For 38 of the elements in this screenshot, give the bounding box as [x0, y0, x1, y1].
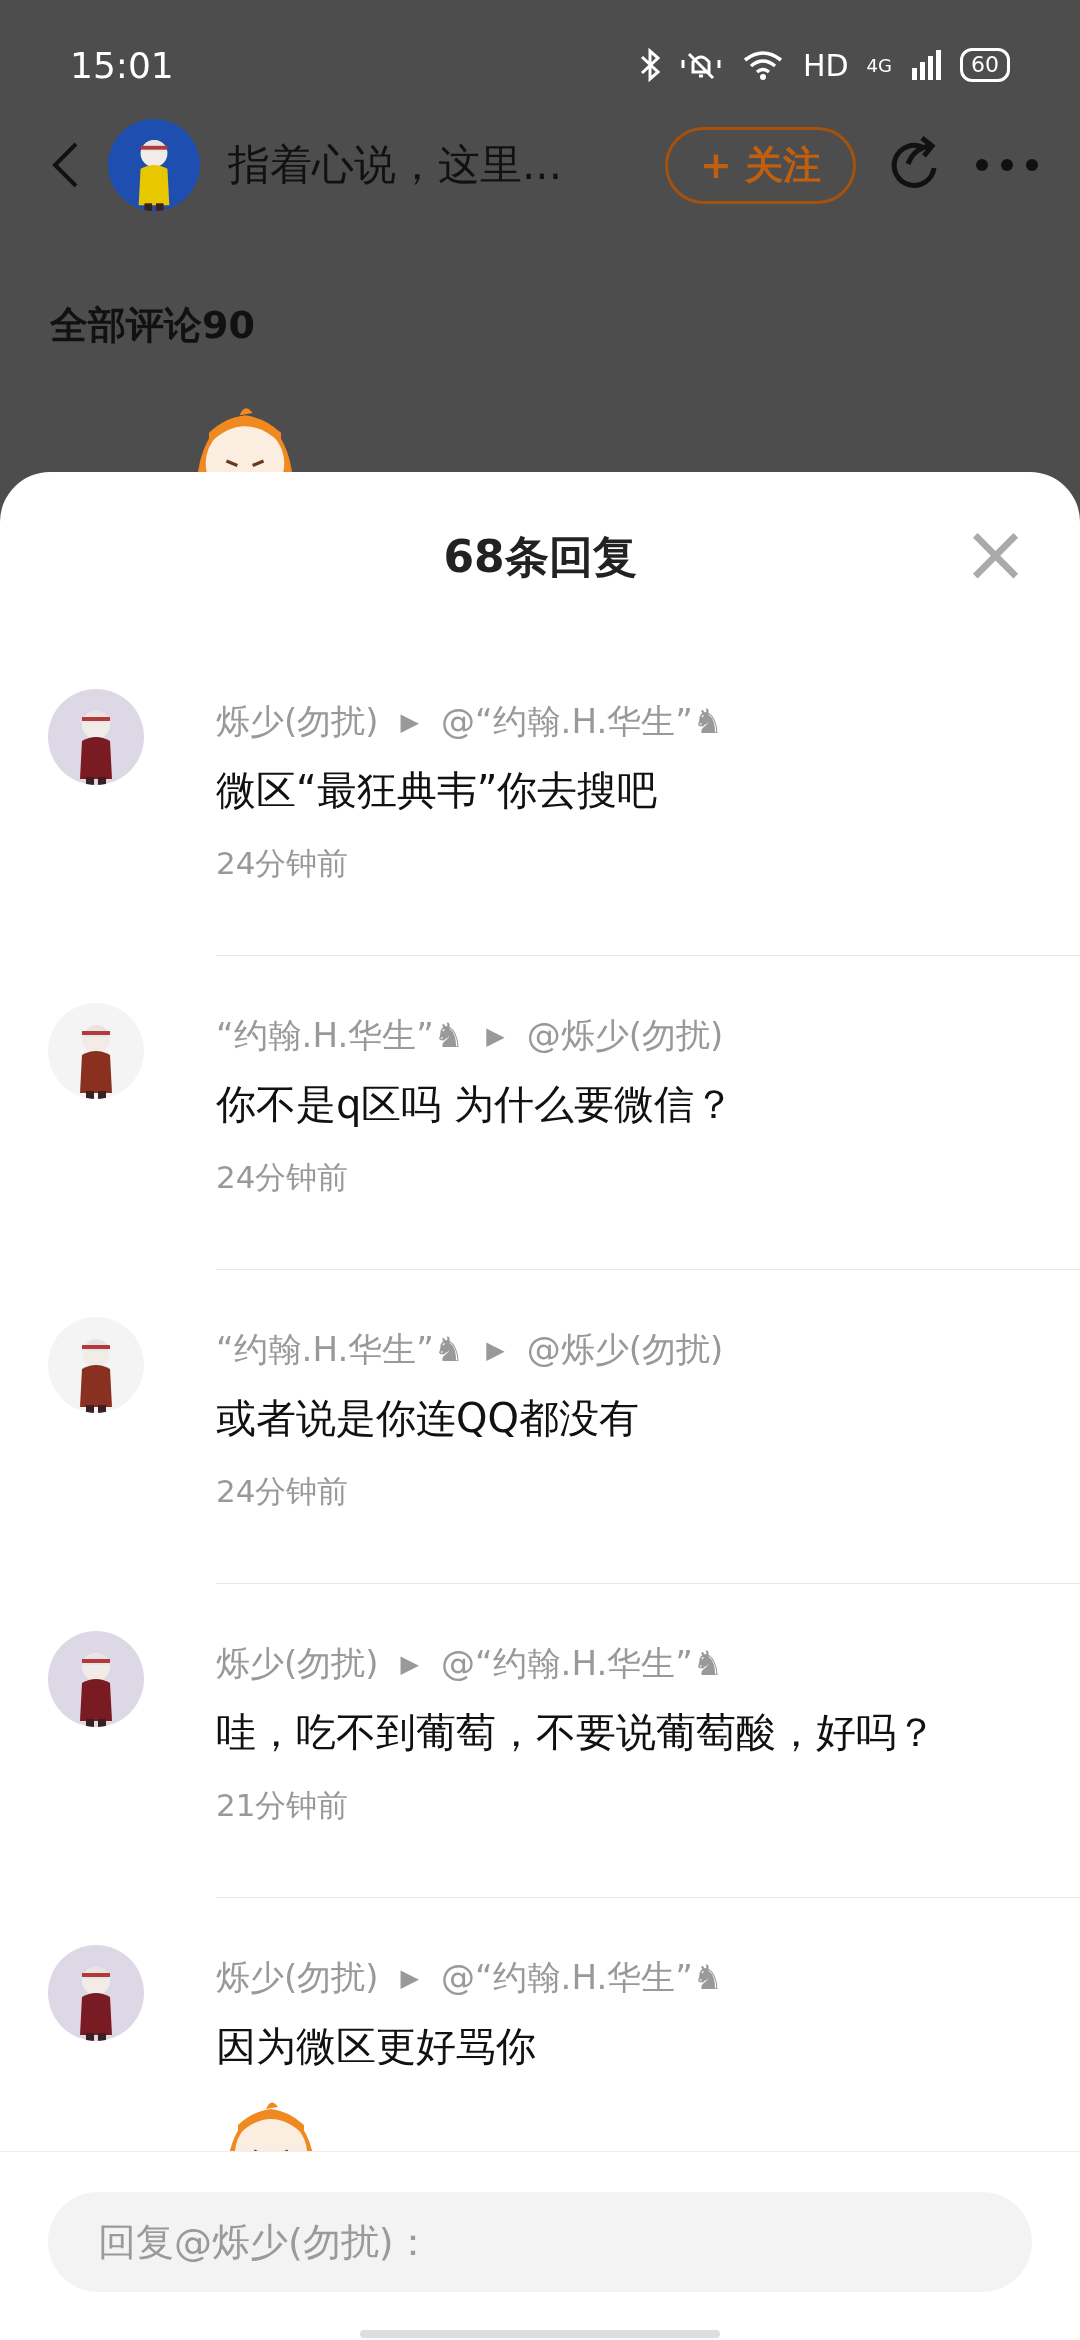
reply-time: 24分钟前 — [216, 1472, 350, 1511]
reply-arrow: ▶ — [400, 1964, 419, 1992]
post-author-title: 指着心说，这里... — [228, 139, 564, 191]
reply-text: 哇，吃不到葡萄，不要说葡萄酸，好吗？ — [216, 1708, 937, 1757]
reply-author[interactable]: 烁少(勿扰) — [216, 1641, 379, 1687]
reply-target[interactable]: @“约翰.H.华生”♞ — [441, 1641, 724, 1687]
reply-target[interactable]: @烁少(勿扰) — [526, 1327, 724, 1373]
sheet-title: 68条回复 — [443, 529, 637, 584]
reply-text: 微区“最狂典韦”你去搜吧 — [216, 766, 659, 815]
reply-text: 因为微区更好骂你 — [216, 2022, 537, 2071]
reply-author[interactable]: 烁少(勿扰) — [216, 699, 379, 745]
bluetooth-icon — [638, 48, 661, 82]
signal-icon — [910, 48, 942, 82]
reply-arrow: ▶ — [400, 1650, 419, 1678]
reply-author[interactable]: “约翰.H.华生”♞ — [216, 1327, 465, 1373]
reply-text: 你不是q区吗 为什么要微信？ — [216, 1080, 736, 1129]
reply-time: 21分钟前 — [216, 1786, 350, 1825]
cellular-label: 4G — [866, 54, 892, 76]
reply-input[interactable]: 回复@烁少(勿扰)： — [48, 2192, 1032, 2292]
reply-arrow: ▶ — [486, 1022, 505, 1050]
reply-arrow: ▶ — [400, 708, 419, 736]
reply-text: 或者说是你连QQ都没有 — [216, 1394, 640, 1443]
reply-time: 24分钟前 — [216, 844, 350, 883]
reply-target[interactable]: @“约翰.H.华生”♞ — [441, 1955, 724, 2001]
status-time: 15:01 — [70, 44, 175, 86]
close-button[interactable]: × — [955, 514, 1035, 594]
comments-heading: 全部评论90 — [49, 302, 256, 349]
reply-time: 24分钟前 — [216, 1158, 350, 1197]
reply-target[interactable]: @“约翰.H.华生”♞ — [441, 699, 724, 745]
battery-indicator: 60 — [960, 48, 1010, 82]
reply-author[interactable]: “约翰.H.华生”♞ — [216, 1013, 465, 1059]
more-icon[interactable] — [974, 157, 1040, 173]
follow-button[interactable]: + 关注 — [664, 126, 856, 204]
back-icon[interactable] — [50, 140, 80, 190]
reply-target[interactable]: @烁少(勿扰) — [526, 1013, 724, 1059]
reply-author[interactable]: 烁少(勿扰) — [216, 1955, 379, 2001]
network-label: HD — [802, 47, 849, 83]
reply-arrow: ▶ — [486, 1336, 505, 1364]
